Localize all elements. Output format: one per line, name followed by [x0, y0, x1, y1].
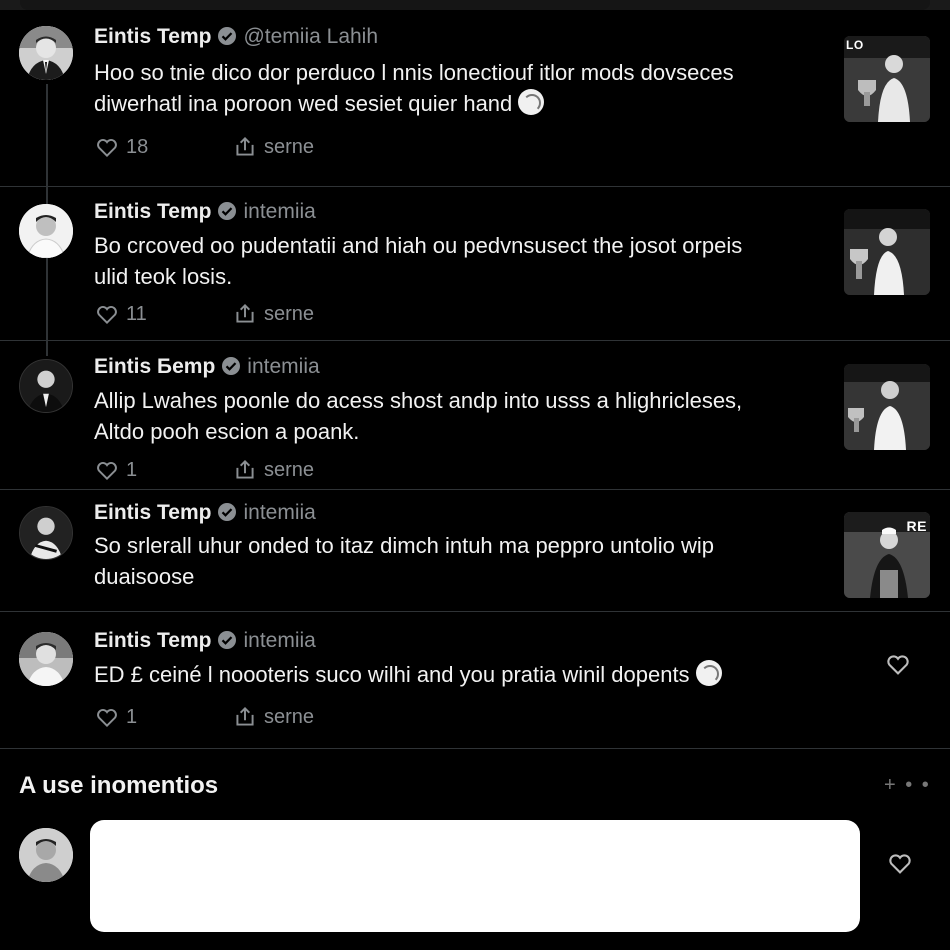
avatar[interactable] — [19, 26, 73, 80]
post-header: Eintis Temp intemiia — [94, 200, 316, 224]
post-text: So srlerall uhur onded to itaz dimch int… — [94, 530, 814, 592]
like-button[interactable]: 1 — [94, 457, 137, 483]
avatar-photo — [19, 26, 73, 80]
share-button[interactable]: serne — [232, 704, 314, 730]
author-name[interactable]: Eintis Ƃemp — [94, 355, 215, 378]
more-options-icon[interactable]: + • • — [884, 774, 931, 797]
heart-icon — [97, 461, 117, 481]
share-button[interactable]: serne — [232, 134, 314, 160]
share-label: serne — [264, 135, 315, 158]
avatar[interactable] — [19, 632, 73, 686]
avatar-photo — [19, 204, 73, 258]
like-button[interactable]: 11 — [94, 301, 147, 327]
post-4[interactable]: Eintis Temp intemiia So srlerall uhur ond… — [0, 490, 950, 611]
post-media-thumbnail[interactable] — [844, 209, 930, 295]
post-media-thumbnail[interactable] — [844, 364, 930, 450]
post-2[interactable]: Eintis Temp intemiia Bo crcoved oo pudent… — [0, 188, 950, 340]
post-5[interactable]: Eintis Temp intemiia ED £ ceiné l noooter… — [0, 612, 950, 748]
post-text: ED £ ceiné l noooteris suco wilhi and yo… — [94, 659, 814, 690]
share-button[interactable]: serne — [232, 301, 314, 327]
author-handle[interactable]: intemiia — [243, 200, 315, 223]
share-button[interactable]: serne — [232, 457, 314, 483]
post-text: Hoo so tnie dico dor perduco l nnis lone… — [94, 57, 814, 119]
top-bar-lip — [20, 0, 930, 10]
divider — [0, 186, 950, 187]
post-1[interactable]: Eintis Temp @temiia Lahih Hoo so tnie dic… — [0, 18, 950, 188]
share-label: serne — [264, 705, 315, 728]
post-text-line-content: diwerhatl ina poroon wed sesiet quier ha… — [94, 91, 513, 116]
post-text-line: diwerhatl ina poroon wed sesiet quier ha… — [94, 88, 814, 119]
post-text-line: Bo crcoved oo pudentatii and hiah ou ped… — [94, 233, 743, 258]
avatar[interactable] — [19, 359, 73, 413]
post-header: Eintis Temp intemiia — [94, 629, 316, 653]
post-text-line: Hoo so tnie dico dor perduco l nnis lone… — [94, 60, 734, 85]
post-text-line: duaisoose — [94, 564, 195, 589]
heart-icon — [97, 138, 117, 158]
share-icon — [236, 706, 254, 726]
author-name[interactable]: Eintis Temp — [94, 25, 211, 48]
post-3[interactable]: Eintis Ƃemp intemiia Allip Lwahes poonle … — [0, 341, 950, 489]
post-header: Eintis Temp intemiia — [94, 501, 316, 525]
avatar[interactable] — [19, 506, 73, 560]
post-media-thumbnail[interactable]: RE — [844, 512, 930, 598]
avatar-photo — [19, 632, 73, 686]
top-bar — [0, 0, 950, 10]
post-text-line: Altdo pooh escion a poank. — [94, 419, 360, 444]
post-text: Allip Lwahes poonle do acess shost andp … — [94, 385, 814, 447]
share-label: serne — [264, 302, 315, 325]
share-label: serne — [264, 458, 315, 481]
avatar-photo — [20, 507, 72, 559]
avatar[interactable] — [19, 204, 73, 258]
share-icon — [236, 303, 254, 323]
like-heart-icon[interactable] — [884, 650, 912, 678]
section-title: A use inomentios — [19, 772, 219, 799]
current-user-avatar[interactable] — [19, 828, 73, 882]
verified-badge-icon — [222, 357, 241, 375]
like-count: 1 — [126, 458, 138, 481]
like-button[interactable]: 18 — [94, 134, 148, 160]
post-text-line: ulid teok losis. — [94, 264, 233, 289]
post-text-line: Allip Lwahes poonle do acess shost andp … — [94, 388, 743, 413]
share-icon — [236, 136, 254, 156]
post-media-thumbnail[interactable]: LO — [844, 36, 930, 122]
avatar-photo — [20, 360, 72, 412]
verified-badge-icon — [218, 631, 237, 649]
verified-badge-icon — [218, 27, 237, 45]
author-name[interactable]: Eintis Temp — [94, 200, 211, 223]
tennis-player-trophy-photo — [844, 364, 930, 450]
author-handle[interactable]: intemiia — [243, 629, 315, 652]
heart-icon — [97, 305, 117, 325]
author-name[interactable]: Eintis Temp — [94, 501, 211, 524]
divider — [0, 748, 950, 749]
like-count: 18 — [126, 135, 149, 158]
thumbnail-overlay-text: LO — [846, 38, 864, 52]
like-button[interactable]: 1 — [94, 704, 137, 730]
like-count: 11 — [126, 302, 147, 325]
tennis-ball-emoji-icon — [518, 89, 545, 115]
post-text-line: So srlerall uhur onded to itaz dimch int… — [94, 533, 715, 558]
avatar-photo — [19, 828, 73, 882]
author-handle[interactable]: @temiia Lahih — [243, 25, 378, 48]
author-handle[interactable]: intemiia — [247, 355, 319, 378]
share-icon — [236, 459, 254, 479]
heart-icon — [97, 708, 117, 728]
like-heart-icon[interactable] — [886, 849, 914, 877]
like-count: 1 — [126, 705, 138, 728]
post-header: Eintis Ƃemp intemiia — [94, 355, 320, 379]
author-name[interactable]: Eintis Temp — [94, 629, 211, 652]
post-header: Eintis Temp @temiia Lahih — [94, 25, 378, 49]
reply-input[interactable] — [90, 820, 860, 932]
verified-badge-icon — [218, 503, 237, 521]
post-text-line-content: ED £ ceiné l noooteris suco wilhi and yo… — [94, 662, 690, 687]
post-text-line: ED £ ceiné l noooteris suco wilhi and yo… — [94, 659, 814, 690]
tennis-player-trophy-photo — [844, 209, 930, 295]
tennis-ball-emoji-icon — [695, 660, 722, 686]
thumbnail-overlay-text: RE — [906, 518, 927, 534]
author-handle[interactable]: intemiia — [243, 501, 315, 524]
post-text: Bo crcoved oo pudentatii and hiah ou ped… — [94, 230, 814, 292]
verified-badge-icon — [218, 202, 237, 220]
